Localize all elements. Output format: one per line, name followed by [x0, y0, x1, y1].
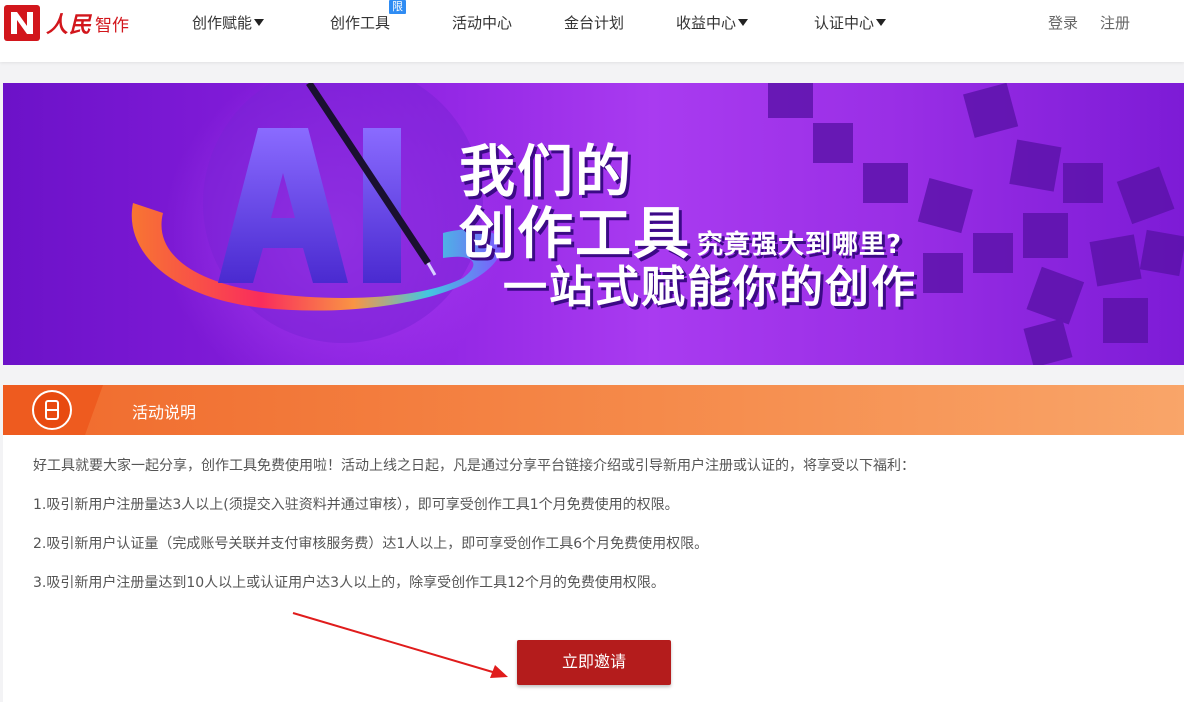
nav-item-label: 认证中心: [814, 14, 875, 32]
site-logo[interactable]: 人民 智作: [3, 4, 129, 42]
caret-down-icon: [876, 19, 887, 26]
login-link[interactable]: 登录: [1048, 12, 1078, 34]
nav-item-creation-tools[interactable]: 创作工具: [330, 12, 390, 34]
nav-item-label: 创作工具: [330, 14, 391, 32]
activity-title: 活动说明: [132, 403, 197, 422]
nav-item-label: 收益中心: [676, 14, 737, 32]
logo-text-brush: 人民: [46, 12, 93, 38]
caret-down-icon: [254, 19, 265, 26]
activity-card-header: 活动说明: [3, 385, 1184, 435]
caret-down-icon: [738, 19, 749, 26]
activity-rule-1: 1.吸引新用户注册量达3人以上(须提交入驻资料并通过审核），即可享受创作工具1个…: [33, 497, 679, 513]
nav-item-label: 创作赋能: [192, 14, 253, 32]
invite-button[interactable]: 立即邀请: [517, 640, 671, 685]
nav-item-earnings-center[interactable]: 收益中心: [676, 12, 749, 34]
nav-item-certification-center[interactable]: 认证中心: [814, 12, 887, 34]
activity-description: 好工具就要大家一起分享，创作工具免费使用啦！活动上线之日起，凡是通过分享平台链接…: [33, 455, 1163, 611]
banner-headline-3: 一站式赋能你的创作: [503, 262, 917, 313]
nav-item-jintai-plan[interactable]: 金台计划: [564, 12, 624, 34]
register-link[interactable]: 注册: [1100, 12, 1130, 34]
activity-rule-2: 2.吸引新用户认证量（完成账号关联并支付审核服务费）达1人以上，即可享受创作工具…: [33, 536, 709, 552]
activity-intro: 好工具就要大家一起分享，创作工具免费使用啦！活动上线之日起，凡是通过分享平台链接…: [33, 458, 915, 474]
promo-banner[interactable]: 我们的 创作工具 究竟强大到哪里? 一站式赋能你的创作: [3, 83, 1184, 365]
nav-item-activity-center[interactable]: 活动中心: [452, 12, 512, 34]
nav-item-label: 金台计划: [564, 14, 625, 32]
nav-item-creation-empower[interactable]: 创作赋能: [192, 12, 265, 34]
logo-mark-icon: [4, 5, 40, 41]
activity-rule-3: 3.吸引新用户注册量达到10人以上或认证用户达3人以上的，除享受创作工具12个月…: [33, 575, 665, 591]
activity-icon: [32, 390, 72, 430]
nav-item-label: 活动中心: [452, 14, 513, 32]
top-header: 人民 智作 创作赋能 创作工具 限时免费 活动中心 金台计划 收益中心 认证中心…: [0, 0, 1184, 62]
activity-card: 活动说明 好工具就要大家一起分享，创作工具免费使用啦！活动上线之日起，凡是通过分…: [3, 385, 1184, 702]
logo-text-plain: 智作: [95, 15, 130, 36]
free-badge: 限时免费: [389, 0, 406, 55]
